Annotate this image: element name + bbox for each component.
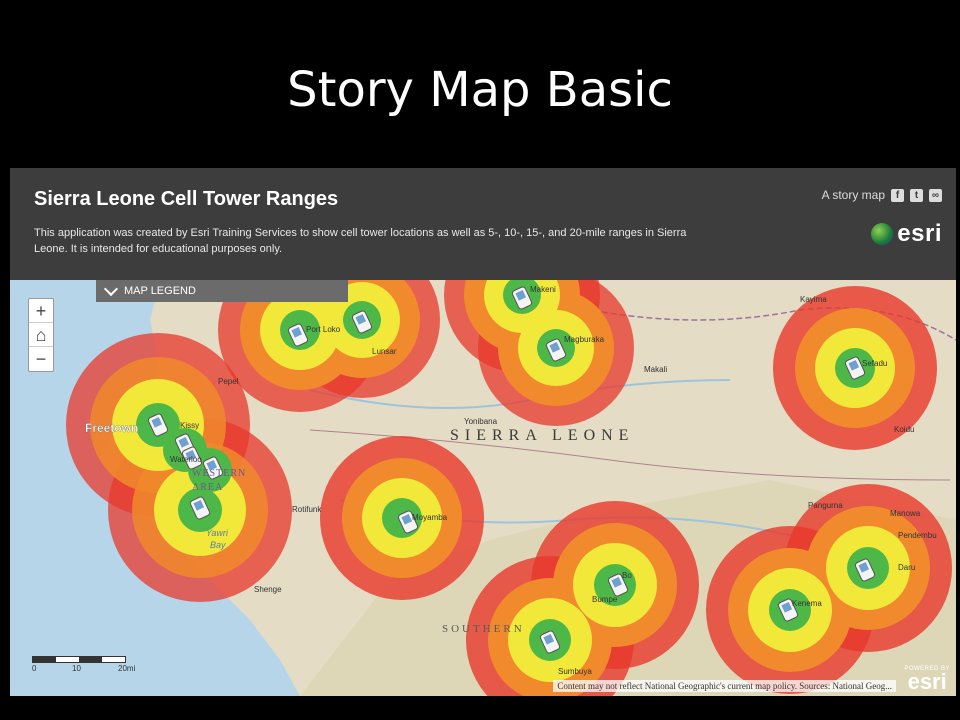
place-label: Waterloo [170, 455, 202, 464]
map-attribution[interactable]: Content may not reflect National Geograp… [553, 680, 896, 692]
esri-logo-text: esri [897, 220, 942, 247]
area-label: WESTERN [192, 468, 246, 479]
area-label: AREA [192, 482, 223, 493]
place-label: Kissy [180, 421, 199, 430]
home-button[interactable]: ⌂ [29, 323, 53, 347]
place-label: Yonibana [464, 417, 498, 426]
place-label: Port Loko [306, 325, 341, 334]
link-icon[interactable]: ∞ [929, 188, 942, 202]
place-label: Sefadu [862, 359, 887, 368]
map-legend-toggle[interactable]: MAP LEGEND [96, 280, 348, 302]
place-label: Makali [644, 365, 667, 374]
map-canvas[interactable]: Freetown Kissy Pepel Port Loko Lunsar Ma… [10, 217, 956, 696]
place-label: Lunsar [372, 347, 397, 356]
place-label: Manowa [890, 509, 921, 518]
place-label: Pepel [218, 377, 239, 386]
place-label: Daru [898, 563, 915, 572]
country-label: SIERRA LEONE [450, 427, 634, 444]
place-label: Rotifunk [292, 505, 322, 514]
place-label: Makeni [530, 285, 556, 294]
map-legend-label: MAP LEGEND [124, 285, 196, 297]
place-label: Koidu [894, 425, 914, 434]
story-map-app: Sierra Leone Cell Tower Ranges This appl… [10, 168, 956, 696]
story-map-label: A story map [821, 188, 885, 202]
place-label: Pangurna [808, 501, 843, 510]
place-label: Magburaka [564, 335, 605, 344]
twitter-icon[interactable]: t [910, 188, 923, 202]
scale-label: 0 [32, 664, 37, 673]
scale-label: 10 [72, 664, 81, 673]
place-label: Sumbuya [558, 667, 592, 676]
app-title: Sierra Leone Cell Tower Ranges [34, 188, 339, 210]
scale-bar: 0 10 20mi [32, 656, 152, 675]
place-label: Bo [622, 571, 632, 580]
place-label: Pendembu [898, 531, 937, 540]
map-view[interactable]: Freetown Kissy Pepel Port Loko Lunsar Ma… [10, 217, 956, 696]
place-label: Kenema [792, 599, 822, 608]
place-label: Moyamba [412, 513, 448, 522]
place-label: Freetown [85, 421, 138, 435]
app-description: This application was created by Esri Tra… [34, 227, 687, 255]
zoom-out-button[interactable]: − [29, 347, 53, 371]
region-label: SOUTHERN [442, 623, 525, 635]
powered-by-logo: esri [907, 669, 947, 694]
place-label: Shenge [254, 585, 282, 594]
bay-label: Bay [210, 540, 226, 550]
app-header: Sierra Leone Cell Tower Ranges This appl… [10, 168, 956, 280]
globe-icon [871, 223, 894, 245]
place-label: Kayima [800, 295, 827, 304]
place-label: Bumpe [592, 595, 618, 604]
zoom-in-button[interactable]: + [29, 299, 53, 323]
story-map-share: A story map f t ∞ [822, 188, 942, 202]
facebook-icon[interactable]: f [891, 188, 904, 202]
scale-label: 20mi [118, 664, 136, 673]
bay-label: Yawri [206, 528, 229, 538]
scale-line [32, 656, 126, 663]
chevron-down-icon [103, 281, 119, 296]
slide-title: Story Map Basic [287, 62, 673, 118]
esri-logo[interactable]: esri [871, 220, 942, 248]
zoom-control: + ⌂ − [28, 298, 54, 372]
powered-by-esri[interactable]: POWERED BY esri [904, 666, 950, 694]
